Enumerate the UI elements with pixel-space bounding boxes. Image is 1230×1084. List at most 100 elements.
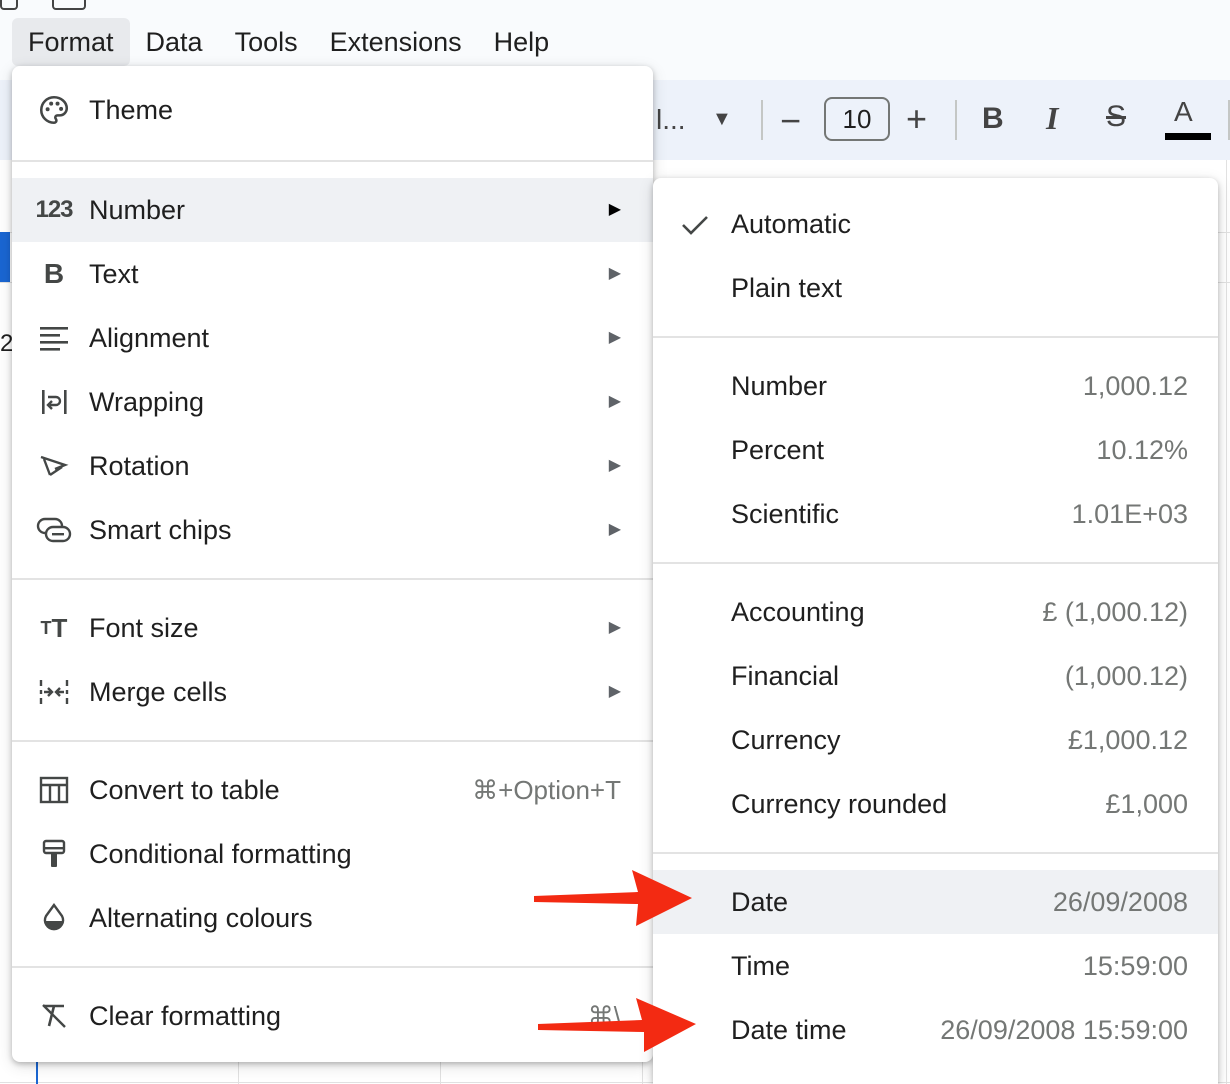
format-example: £1,000.12	[1067, 725, 1188, 755]
menu-item-label: Conditional formatting	[89, 839, 352, 869]
menu-divider	[12, 160, 653, 162]
format-example: 10.12%	[1096, 435, 1188, 465]
menu-item-wrapping[interactable]: Wrapping ▶	[12, 370, 653, 434]
submenu-item-label: Scientific	[731, 499, 840, 529]
format-example: (1,000.12)	[1064, 661, 1188, 691]
selected-column-header[interactable]	[0, 232, 10, 282]
menu-divider	[653, 336, 1218, 338]
submenu-item-date[interactable]: Date 26/09/2008	[653, 870, 1218, 934]
menu-tools[interactable]: Tools	[219, 18, 314, 66]
format-example: 1,000.12	[1082, 371, 1188, 401]
paint-roller-icon	[36, 838, 72, 870]
text-color-swatch	[1165, 133, 1211, 140]
menu-item-label: Font size	[89, 613, 199, 643]
menu-item-convert-to-table[interactable]: Convert to table ⌘+Option+T	[12, 758, 653, 822]
cloud-status-icon	[52, 0, 86, 10]
menu-divider	[12, 966, 653, 968]
menu-item-label: Convert to table	[89, 775, 280, 805]
submenu-item-accounting[interactable]: Accounting £ (1,000.12)	[653, 580, 1218, 644]
menu-bar: Format Data Tools Extensions Help	[12, 18, 565, 66]
merge-cells-icon	[36, 676, 72, 708]
font-dropdown-icon[interactable]: ▼	[712, 108, 732, 131]
menu-extensions[interactable]: Extensions	[314, 18, 478, 66]
checkmark-icon	[679, 208, 713, 240]
clear-format-icon	[36, 1000, 72, 1032]
submenu-item-currency[interactable]: Currency £1,000.12	[653, 708, 1218, 772]
number-123-icon: 123	[35, 196, 73, 223]
align-left-icon	[36, 322, 72, 354]
submenu-item-label: Date time	[731, 1015, 847, 1045]
submenu-item-financial[interactable]: Financial (1,000.12)	[653, 644, 1218, 708]
menu-format[interactable]: Format	[12, 18, 130, 66]
menu-item-rotation[interactable]: Rotation ▶	[12, 434, 653, 498]
menu-item-number[interactable]: 123 Number ▶	[12, 178, 653, 242]
format-example: £1,000	[1105, 789, 1188, 819]
text-rotation-icon	[36, 450, 72, 482]
submenu-item-label: Percent	[731, 435, 825, 465]
menu-item-label: Clear formatting	[89, 1001, 282, 1031]
doc-icon	[0, 0, 18, 10]
submenu-arrow-icon: ▶	[608, 457, 621, 474]
submenu-arrow-icon: ▶	[608, 201, 621, 218]
menu-item-font-size[interactable]: TT Font size ▶	[12, 596, 653, 660]
menu-data[interactable]: Data	[130, 18, 219, 66]
submenu-item-label: Date	[731, 887, 789, 917]
format-example: 26/09/2008	[1052, 887, 1188, 917]
menu-item-merge-cells[interactable]: Merge cells ▶	[12, 660, 653, 724]
menu-divider	[12, 740, 653, 742]
submenu-item-label: Time	[731, 951, 790, 981]
menu-item-label: Smart chips	[89, 515, 232, 545]
submenu-item-label: Automatic	[731, 209, 852, 239]
submenu-item-scientific[interactable]: Scientific 1.01E+03	[653, 482, 1218, 546]
menu-help[interactable]: Help	[478, 18, 566, 66]
increase-font-size-button[interactable]: +	[906, 98, 927, 140]
menu-item-alignment[interactable]: Alignment ▶	[12, 306, 653, 370]
submenu-item-plain-text[interactable]: Plain text	[653, 256, 1218, 320]
bold-b-icon: B	[43, 258, 65, 289]
menu-item-label: Alignment	[89, 323, 210, 353]
format-example: £ (1,000.12)	[1042, 597, 1188, 627]
menu-item-label: Number	[89, 195, 186, 225]
smart-chip-icon	[36, 514, 72, 546]
italic-button[interactable]: I	[1046, 100, 1058, 137]
menu-item-label: Text	[89, 259, 139, 289]
submenu-item-date-time[interactable]: Date time 26/09/2008 15:59:00	[653, 998, 1218, 1062]
submenu-item-time[interactable]: Time 15:59:00	[653, 934, 1218, 998]
submenu-item-percent[interactable]: Percent 10.12%	[653, 418, 1218, 482]
font-size-icon: TT	[40, 612, 68, 643]
submenu-item-number[interactable]: Number 1,000.12	[653, 354, 1218, 418]
submenu-item-currency-rounded[interactable]: Currency rounded £1,000	[653, 772, 1218, 836]
menu-item-label: Theme	[89, 95, 174, 125]
keyboard-shortcut: ⌘+Option+T	[472, 775, 621, 805]
text-color-button[interactable]: A	[1174, 96, 1193, 128]
bold-button[interactable]: B	[982, 102, 1004, 136]
color-drop-icon	[36, 902, 72, 934]
font-family-select[interactable]: l...	[656, 104, 686, 136]
menu-item-smart-chips[interactable]: Smart chips ▶	[12, 498, 653, 562]
menu-item-label: Rotation	[89, 451, 190, 481]
strikethrough-button[interactable]: S	[1106, 100, 1126, 134]
font-size-input[interactable]: 10	[824, 97, 890, 141]
annotation-arrow-icon	[538, 998, 696, 1052]
toolbar-divider	[761, 100, 763, 140]
submenu-item-label: Number	[731, 371, 828, 401]
submenu-item-cut-off[interactable]	[653, 1062, 1218, 1084]
submenu-item-label: Financial	[731, 661, 840, 691]
menu-divider	[653, 852, 1218, 854]
submenu-arrow-icon: ▶	[608, 521, 621, 538]
menu-item-text[interactable]: B Text ▶	[12, 242, 653, 306]
submenu-arrow-icon: ▶	[608, 265, 621, 282]
menu-divider	[653, 562, 1218, 564]
submenu-arrow-icon: ▶	[608, 619, 621, 636]
toolbar-divider	[955, 100, 957, 140]
submenu-item-label: Plain text	[731, 273, 843, 303]
number-format-submenu: Automatic Plain text Number 1,000.12 Per…	[653, 178, 1218, 1084]
menu-item-label: Wrapping	[89, 387, 205, 417]
submenu-arrow-icon: ▶	[608, 329, 621, 346]
submenu-item-automatic[interactable]: Automatic	[653, 192, 1218, 256]
submenu-item-label: Accounting	[731, 597, 865, 627]
format-example: 1.01E+03	[1071, 499, 1188, 529]
decrease-font-size-button[interactable]: −	[780, 100, 801, 142]
menu-item-theme[interactable]: Theme	[12, 78, 653, 142]
menu-divider	[12, 578, 653, 580]
